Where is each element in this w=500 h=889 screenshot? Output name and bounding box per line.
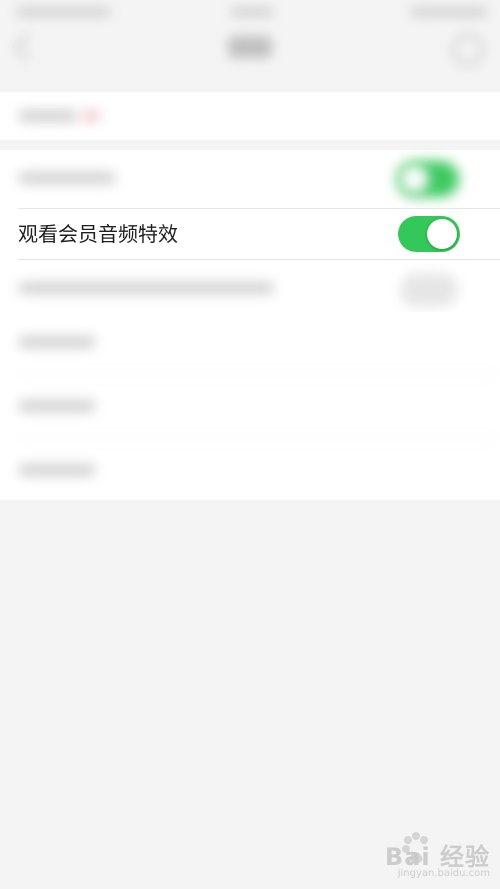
audio-effect-label: 观看会员音频特效 — [18, 222, 178, 246]
toggle-knob — [427, 219, 457, 249]
navigation-bar — [0, 22, 500, 76]
more-icon — [452, 34, 484, 66]
watermark-text: Bai 经验 — [384, 843, 490, 871]
settings-card-blur-top — [0, 92, 500, 140]
back-icon — [13, 32, 44, 63]
watermark-url: jingyan.baidu.com — [397, 868, 490, 879]
audio-effect-row[interactable]: 观看会员音频特效 — [0, 208, 500, 260]
settings-screen: 观看会员音频特效 Bai 经验 jingyan.baidu.com — [0, 0, 500, 889]
baidu-watermark: Bai 经验 jingyan.baidu.com — [350, 829, 490, 879]
row-divider-top — [18, 208, 500, 209]
audio-effect-toggle[interactable] — [398, 216, 460, 252]
settings-card-blur-middle — [0, 150, 500, 208]
settings-card-blur-bottom — [0, 312, 500, 500]
status-bar — [0, 0, 500, 22]
